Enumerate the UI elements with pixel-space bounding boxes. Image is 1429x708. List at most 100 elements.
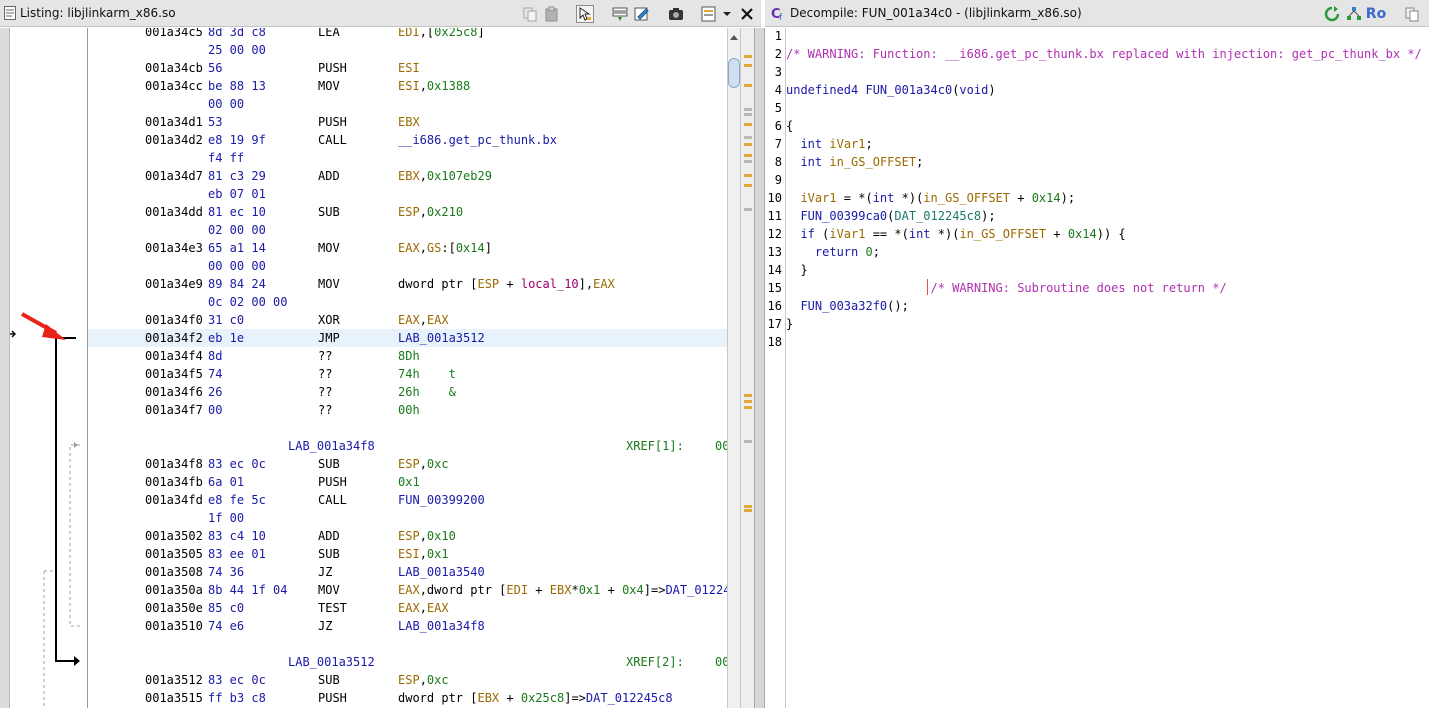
- address-cell[interactable]: 001a34f6: [145, 383, 203, 401]
- operand-cell[interactable]: EAX,dword ptr [EDI + EBX*0x1 + 0x4]=>DAT…: [398, 581, 727, 599]
- operand-cell[interactable]: EAX,EAX: [398, 311, 449, 329]
- address-cell[interactable]: 001a34f5: [145, 365, 203, 383]
- address-cell[interactable]: 001a3512: [145, 671, 203, 689]
- operand-cell[interactable]: EAX,GS:[0x14]: [398, 239, 492, 257]
- address-cell[interactable]: 001a34c5: [145, 28, 203, 41]
- instruction-row[interactable]: 001a34fb 6a 01 PUSH 0x1: [88, 473, 727, 491]
- label-row[interactable]: LAB_001a34f8 XREF[1]: 00: [88, 437, 727, 455]
- mnemonic-cell[interactable]: ??: [318, 401, 332, 419]
- instruction-row[interactable]: 001a34f0 31 c0 XOR EAX,EAX: [88, 311, 727, 329]
- code-token[interactable]: DAT_012245c8: [894, 209, 981, 223]
- overview-marker[interactable]: [744, 174, 752, 177]
- operand-cell[interactable]: 26h &: [398, 383, 456, 401]
- address-cell[interactable]: 001a34e9: [145, 275, 203, 293]
- mnemonic-cell[interactable]: ??: [318, 347, 332, 365]
- operand-cell[interactable]: ESP,0xc: [398, 455, 449, 473]
- address-cell[interactable]: 001a3515: [145, 689, 203, 707]
- overview-marker[interactable]: [744, 154, 752, 157]
- listing-vertical-scrollbar[interactable]: [727, 28, 740, 708]
- operand-token[interactable]: __i686.get_pc_thunk.bx: [398, 133, 557, 147]
- instruction-row[interactable]: 0c 02 00 00: [88, 293, 727, 311]
- overview-marker[interactable]: [744, 113, 752, 116]
- address-cell[interactable]: 001a34f0: [145, 311, 203, 329]
- overview-marker[interactable]: [744, 108, 752, 111]
- scroll-up-icon[interactable]: [728, 32, 740, 44]
- operand-token[interactable]: LAB_001a3540: [398, 565, 485, 579]
- code-token[interactable]: in_GS_OFFSET: [923, 191, 1010, 205]
- address-cell[interactable]: 001a34fd: [145, 491, 203, 509]
- instruction-row[interactable]: 001a34d1 53 PUSH EBX: [88, 113, 727, 131]
- address-cell[interactable]: 001a350e: [145, 599, 203, 617]
- graph-icon[interactable]: [1345, 5, 1363, 23]
- instruction-row[interactable]: f4 ff: [88, 149, 727, 167]
- operand-cell[interactable]: 00h: [398, 401, 420, 419]
- instruction-row[interactable]: 001a34cc be 88 13 MOV ESI,0x1388: [88, 77, 727, 95]
- operand-cell[interactable]: EBX: [398, 113, 420, 131]
- address-cell[interactable]: 001a34d2: [145, 131, 203, 149]
- menu-chevron-icon[interactable]: [720, 5, 734, 23]
- decompile-line[interactable]: }: [786, 315, 793, 333]
- xref-label[interactable]: XREF[1]:: [626, 437, 684, 455]
- decompile-line[interactable]: int iVar1;: [786, 135, 872, 153]
- mnemonic-cell[interactable]: SUB: [318, 455, 340, 473]
- address-cell[interactable]: 001a3510: [145, 617, 203, 635]
- instruction-row[interactable]: 001a34d7 81 c3 29 ADD EBX,0x107eb29: [88, 167, 727, 185]
- jump-flow-arrow[interactable]: [55, 337, 76, 662]
- decompile-line[interactable]: undefined4 FUN_001a34c0(void): [786, 81, 996, 99]
- code-token[interactable]: iVar1: [829, 137, 865, 151]
- overview-marker[interactable]: [744, 143, 752, 146]
- mnemonic-cell[interactable]: SUB: [318, 671, 340, 689]
- decompile-line[interactable]: {: [786, 117, 793, 135]
- instruction-row[interactable]: 001a34e3 65 a1 14 MOV EAX,GS:[0x14]: [88, 239, 727, 257]
- byte-edit-icon[interactable]: [633, 5, 651, 23]
- address-cell[interactable]: 001a34cb: [145, 59, 203, 77]
- instruction-row[interactable]: 001a34f5 74?? 74h t: [88, 365, 727, 383]
- overview-marker[interactable]: [744, 505, 752, 508]
- decompile-line[interactable]: iVar1 = *(int *)(in_GS_OFFSET + 0x14);: [786, 189, 1075, 207]
- operand-token[interactable]: LAB_001a3512: [398, 331, 485, 345]
- address-cell[interactable]: 001a34d1: [145, 113, 203, 131]
- instruction-row[interactable]: 25 00 00: [88, 41, 727, 59]
- operand-token[interactable]: LAB_001a34f8: [398, 619, 485, 633]
- snapshot-icon[interactable]: [667, 5, 685, 23]
- address-cell[interactable]: 001a3505: [145, 545, 203, 563]
- scrollbar-thumb[interactable]: [728, 58, 740, 88]
- code-token[interactable]: iVar1: [800, 191, 836, 205]
- label-row[interactable]: LAB_001a3512 XREF[2]: 00: [88, 653, 727, 671]
- operand-cell[interactable]: dword ptr [ESP + local_10],EAX: [398, 275, 615, 293]
- instruction-row[interactable]: 001a3512 83 ec 0c SUB ESP,0xc: [88, 671, 727, 689]
- mnemonic-cell[interactable]: SUB: [318, 203, 340, 221]
- operand-cell[interactable]: 8Dh: [398, 347, 420, 365]
- operand-cell[interactable]: ESI,0x1: [398, 545, 449, 563]
- operand-token[interactable]: DAT_012245c8: [586, 691, 673, 705]
- instruction-row[interactable]: eb 07 01: [88, 185, 727, 203]
- overview-marker[interactable]: [744, 55, 752, 58]
- mnemonic-cell[interactable]: MOV: [318, 239, 340, 257]
- mnemonic-cell[interactable]: JZ: [318, 617, 332, 635]
- overview-marker[interactable]: [744, 509, 752, 512]
- overview-marker[interactable]: [744, 84, 752, 87]
- close-icon[interactable]: [738, 5, 756, 23]
- instruction-row[interactable]: 001a34f4 8d?? 8Dh: [88, 347, 727, 365]
- address-cell[interactable]: 001a34fb: [145, 473, 203, 491]
- decompile-line[interactable]: /* WARNING: Function: __i686.get_pc_thun…: [786, 45, 1422, 63]
- mnemonic-cell[interactable]: PUSH: [318, 113, 347, 131]
- listing-code-view[interactable]: 001a34c5 8d 3d c8 LEA EDI,[0x25c8] 25 00 00 0…: [88, 28, 727, 708]
- decompile-line[interactable]: int in_GS_OFFSET;: [786, 153, 923, 171]
- decompile-line[interactable]: FUN_003a32f0();: [786, 297, 908, 315]
- overview-marker[interactable]: [744, 160, 752, 163]
- decompile-line[interactable]: }: [786, 261, 807, 279]
- instruction-row[interactable]: 001a3515 ff b3 c8 PUSH dword ptr [EBX + 0x2…: [88, 689, 727, 707]
- code-token[interactable]: iVar1: [829, 227, 865, 241]
- code-label[interactable]: LAB_001a3512: [288, 653, 375, 671]
- mnemonic-cell[interactable]: ??: [318, 383, 332, 401]
- operand-token[interactable]: local_10: [521, 277, 579, 291]
- mnemonic-cell[interactable]: LEA: [318, 28, 340, 41]
- loop-flow-arrow[interactable]: [69, 444, 80, 627]
- instruction-row[interactable]: 001a3508 74 36 JZ LAB_001a3540: [88, 563, 727, 581]
- instruction-row[interactable]: 001a34cb 56 PUSH ESI: [88, 59, 727, 77]
- overview-marker[interactable]: [744, 136, 752, 139]
- operand-cell[interactable]: EDI,[0x25c8]: [398, 28, 485, 41]
- mnemonic-cell[interactable]: ??: [318, 365, 332, 383]
- refresh-icon[interactable]: [1323, 5, 1341, 23]
